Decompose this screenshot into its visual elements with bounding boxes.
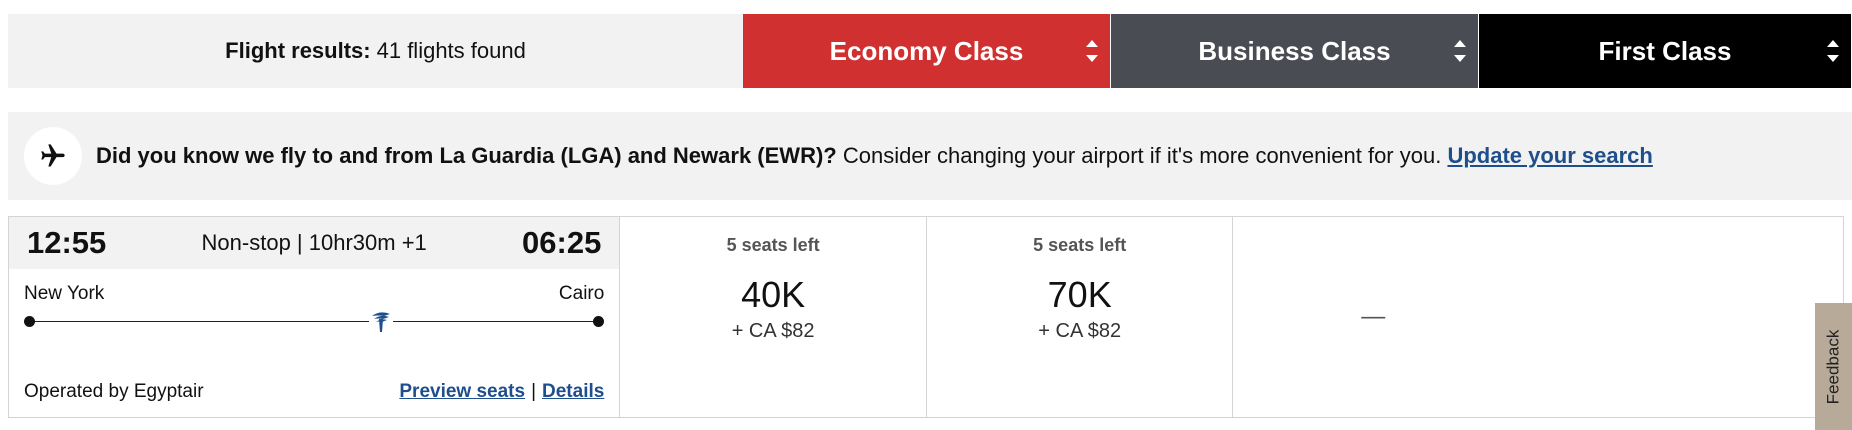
flight-links: Preview seats | Details: [399, 381, 604, 403]
flight-result-row: 12:55 Non-stop | 10hr30m +1 06:25 New Yo…: [8, 216, 1844, 418]
feedback-tab[interactable]: Feedback: [1815, 303, 1852, 430]
fare-fee: + CA $82: [1038, 320, 1122, 342]
egyptair-logo-icon: [369, 309, 393, 335]
airport-info-banner: Did you know we fly to and from La Guard…: [8, 112, 1852, 200]
fare-business[interactable]: 5 seats left 70K + CA $82: [927, 217, 1234, 417]
feedback-label: Feedback: [1823, 329, 1843, 404]
tab-first-class[interactable]: First Class: [1479, 14, 1851, 88]
fare-first: —: [1233, 217, 1843, 417]
airplane-icon: [24, 127, 82, 185]
operated-by: Operated by Egyptair: [24, 381, 204, 402]
sort-icon[interactable]: [1454, 40, 1466, 62]
banner-body-text: Consider changing your airport if it's m…: [836, 143, 1448, 168]
sort-icon[interactable]: [1827, 40, 1839, 62]
link-separator: |: [531, 381, 537, 402]
fare-points: 70K: [1047, 274, 1112, 315]
route-line-stroke: [31, 321, 598, 322]
origin-dot: [24, 316, 35, 327]
destination-city: Cairo: [558, 283, 605, 304]
details-link[interactable]: Details: [542, 381, 604, 402]
fare-unavailable: —: [1361, 303, 1386, 330]
tab-business-class[interactable]: Business Class: [1111, 14, 1478, 88]
trip-meta: Non-stop | 10hr30m +1: [201, 230, 427, 255]
arrival-time: 06:25: [522, 225, 602, 260]
fare-points: 40K: [741, 274, 806, 315]
route-line: [24, 307, 605, 337]
flight-info: 12:55 Non-stop | 10hr30m +1 06:25 New Yo…: [9, 217, 621, 417]
seats-left: 5 seats left: [726, 235, 820, 255]
results-count: 41 flights found: [376, 38, 526, 63]
destination-dot: [593, 316, 605, 327]
tab-first-label: First Class: [1598, 35, 1732, 66]
fare-fee: + CA $82: [731, 320, 815, 342]
preview-seats-link[interactable]: Preview seats: [399, 381, 525, 402]
departure-time: 12:55: [27, 225, 107, 260]
tab-economy-label: Economy Class: [829, 35, 1024, 66]
results-summary: Flight results: 41 flights found: [8, 14, 743, 88]
sort-icon[interactable]: [1086, 40, 1098, 62]
banner-bold-text: Did you know we fly to and from La Guard…: [96, 143, 837, 168]
city-row: New York Cairo: [9, 283, 619, 305]
origin-city: New York: [24, 283, 105, 304]
tab-economy-class[interactable]: Economy Class: [743, 14, 1110, 88]
fare-economy[interactable]: 5 seats left 40K + CA $82: [620, 217, 927, 417]
operated-row: Operated by Egyptair Preview seats | Detai…: [24, 381, 604, 403]
class-header: Flight results: 41 flights found Economy…: [8, 14, 1852, 88]
tab-business-label: Business Class: [1198, 35, 1391, 66]
banner-message: Did you know we fly to and from La Guard…: [96, 143, 1653, 169]
time-bar: 12:55 Non-stop | 10hr30m +1 06:25: [9, 217, 620, 269]
update-search-link[interactable]: Update your search: [1447, 143, 1652, 168]
seats-left: 5 seats left: [1033, 235, 1127, 255]
results-label: Flight results:: [225, 38, 371, 63]
